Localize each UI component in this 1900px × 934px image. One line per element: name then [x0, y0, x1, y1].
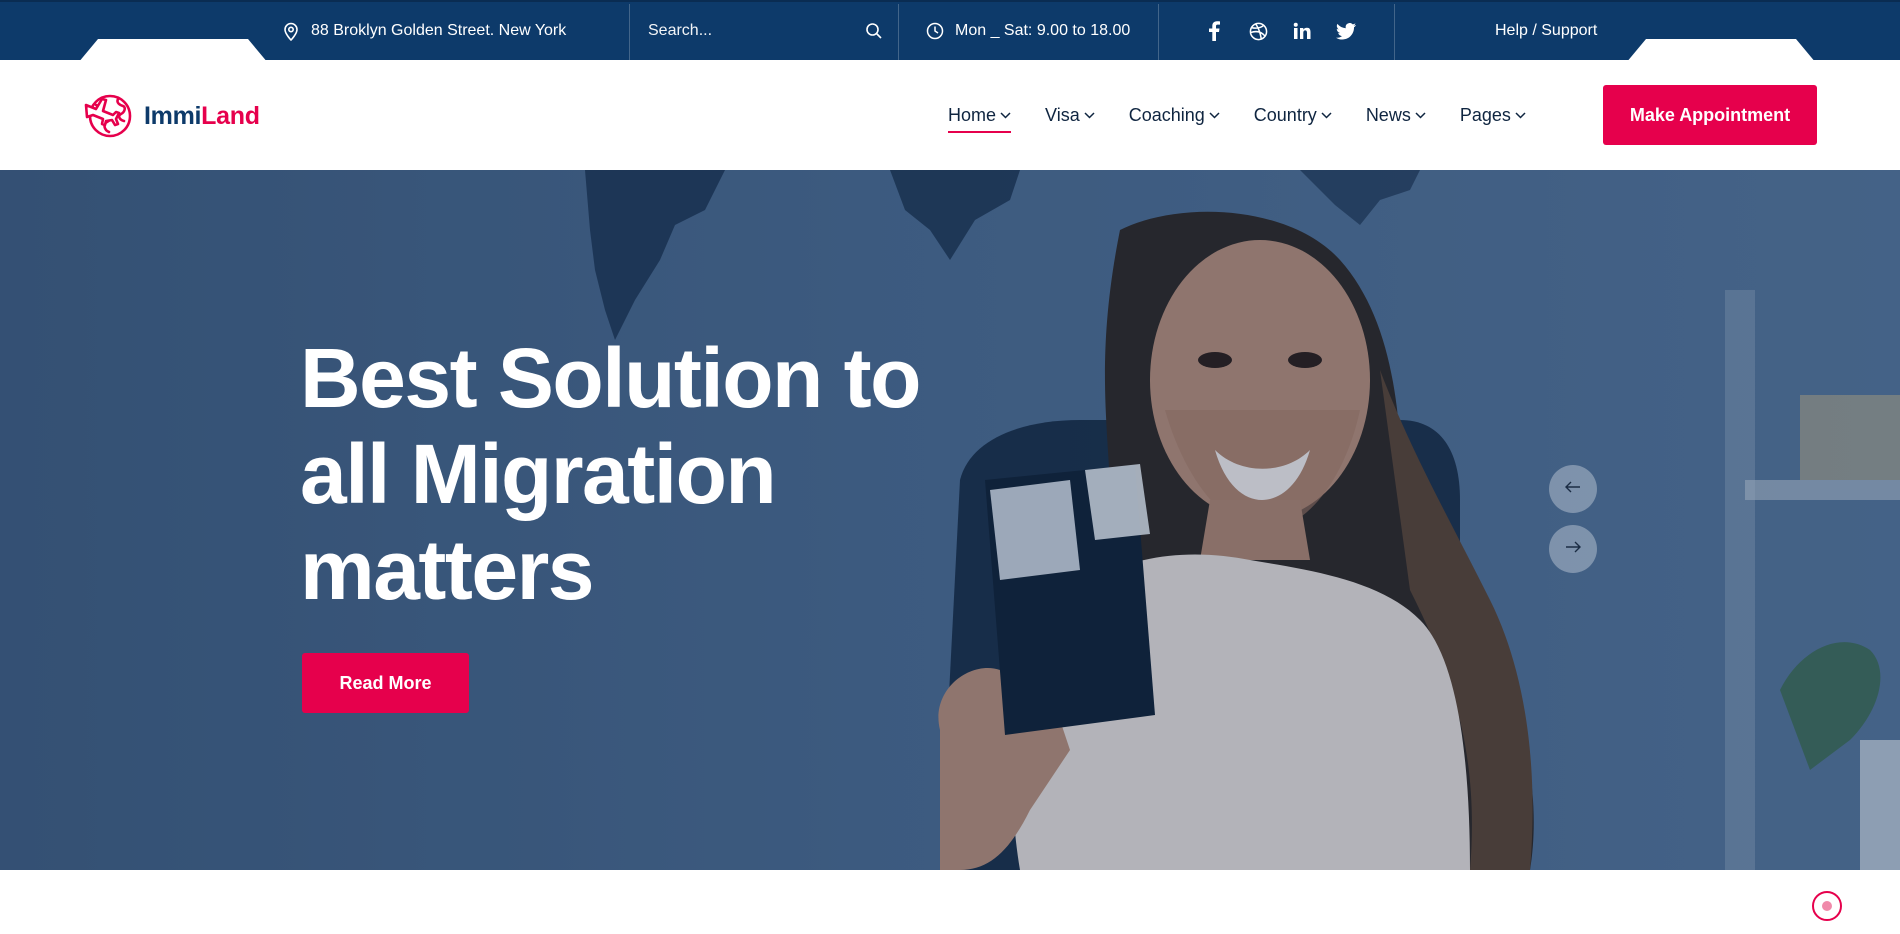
floating-action-button[interactable]	[1812, 891, 1842, 921]
nav-item-label: Pages	[1459, 104, 1511, 125]
nav-item-label: Home	[948, 104, 997, 125]
search-icon[interactable]	[864, 21, 884, 41]
chevron-down-icon	[1084, 111, 1095, 119]
nav-item-news[interactable]: News	[1366, 95, 1426, 135]
dribbble-icon[interactable]	[1247, 20, 1269, 42]
dot-icon	[1822, 901, 1832, 911]
facebook-icon[interactable]	[1203, 20, 1225, 42]
divider	[1394, 4, 1395, 60]
read-more-button[interactable]: Read More	[302, 653, 469, 713]
nav-item-label: Country	[1253, 104, 1317, 125]
chevron-down-icon	[1515, 111, 1526, 119]
nav-item-label: Coaching	[1128, 104, 1205, 125]
hero-title-line: matters	[300, 523, 594, 617]
arrow-right-icon	[1565, 540, 1581, 558]
divider	[898, 4, 899, 60]
chevron-down-icon	[1415, 111, 1426, 119]
map-pin-icon	[281, 21, 301, 41]
chevron-down-icon	[1000, 111, 1011, 119]
help-support-text: Help / Support	[1495, 22, 1598, 39]
help-support-link[interactable]: Help / Support	[1495, 2, 1597, 60]
clock-icon	[925, 21, 945, 41]
hero-title-line: Best Solution to	[300, 331, 921, 425]
arrow-left-icon	[1565, 480, 1581, 498]
nav-item-coaching[interactable]: Coaching	[1129, 95, 1220, 135]
divider	[1158, 4, 1159, 60]
chevron-down-icon	[1321, 111, 1332, 119]
hero-slider: Best Solution to all Migration matters R…	[0, 170, 1900, 870]
slider-prev-button[interactable]	[1549, 465, 1597, 513]
nav-item-label: News	[1365, 104, 1411, 125]
main-nav: Home Visa Coaching Country News Pages	[948, 60, 1560, 170]
search-box	[648, 2, 894, 60]
twitter-icon[interactable]	[1335, 20, 1357, 42]
nav-item-country[interactable]: Country	[1254, 95, 1332, 135]
linkedin-icon[interactable]	[1291, 20, 1313, 42]
address-text: 88 Broklyn Golden Street. New York	[311, 22, 567, 39]
hours-info: Mon _ Sat: 9.00 to 18.00	[925, 2, 1130, 60]
chevron-down-icon	[1209, 111, 1220, 119]
nav-item-home[interactable]: Home	[948, 95, 1012, 135]
social-links	[1192, 2, 1368, 60]
logo-text: ImmiLand	[144, 102, 260, 131]
logo-text-immi: Immi	[144, 102, 202, 130]
logo-text-land: Land	[201, 102, 260, 130]
hero-title-line: all Migration	[300, 427, 777, 521]
address-info: 88 Broklyn Golden Street. New York	[281, 2, 566, 60]
logo[interactable]: ImmiLand	[82, 87, 260, 146]
slider-next-button[interactable]	[1549, 525, 1597, 573]
nav-item-label: Visa	[1045, 104, 1080, 125]
hero-overlay	[0, 170, 1900, 870]
hours-text: Mon _ Sat: 9.00 to 18.00	[955, 22, 1131, 39]
main-header: ImmiLand Home Visa Coaching Country News…	[0, 60, 1900, 170]
nav-item-visa[interactable]: Visa	[1045, 95, 1095, 135]
search-input[interactable]	[648, 22, 848, 40]
make-appointment-button[interactable]: Make Appointment	[1603, 85, 1817, 145]
plane-globe-icon	[82, 87, 136, 146]
nav-item-pages[interactable]: Pages	[1460, 95, 1526, 135]
hero-title: Best Solution to all Migration matters	[300, 330, 940, 618]
top-bar: 88 Broklyn Golden Street. New York Mon _…	[0, 0, 1900, 63]
divider	[629, 4, 630, 60]
